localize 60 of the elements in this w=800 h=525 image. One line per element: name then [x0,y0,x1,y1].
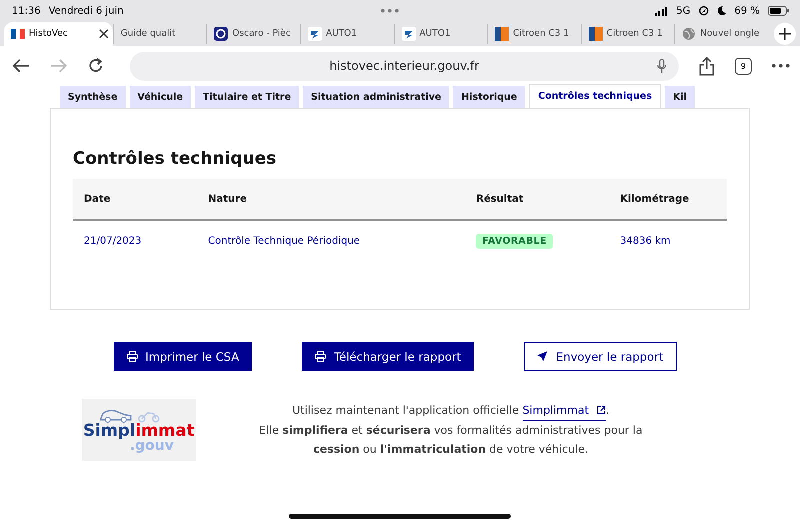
result-badge: FAVORABLE [476,234,553,248]
simplimmat-logo: Simplimmat .gouv [82,399,196,461]
arrow-logo-icon [402,27,416,41]
new-tab-button[interactable] [774,23,796,45]
reload-icon[interactable] [88,58,104,74]
page-tab[interactable]: Véhicule [130,86,192,108]
back-arrow-icon[interactable] [12,59,30,73]
square-logo-icon [588,27,603,41]
section-title: Contrôles techniques [73,149,278,169]
close-icon[interactable] [98,29,109,39]
page-tab[interactable]: Historique [453,86,526,108]
column-header: Date [73,179,198,220]
arrow-logo-icon [308,27,322,41]
browser-tab[interactable]: Citroen C3 1 [580,24,674,44]
printer-icon [126,351,138,362]
moon-icon [716,6,727,16]
browser-tab[interactable]: Nouvel ongle [674,24,768,44]
browser-tab[interactable]: AUTO1 [394,24,488,44]
printer-icon [315,351,326,362]
more-icon[interactable] [772,64,790,68]
date-cell: 21/07/2023 [73,220,198,261]
date-text: Vendredi 6 juin [48,6,124,16]
browser-tab[interactable]: Citroen C3 1 [487,24,581,44]
page-tab[interactable]: Synthèse [60,86,126,108]
plus-icon [778,28,791,40]
page-tab[interactable]: Situation administrative [303,86,450,108]
french-flag-icon [11,29,25,39]
tab-count[interactable]: 9 [735,58,752,74]
share-icon[interactable] [699,56,715,76]
external-link-icon [597,406,606,415]
page-tab[interactable]: Titulaire et Titre [195,86,300,108]
promo-paragraph: Utilisez maintenant l'application officielle Simplimmat . Elle simplifiera et sécurisera vos formalités administratives pour la cession ou l'immatriculation de votre véhicule. [236,401,666,459]
simplimmat-link[interactable]: Simplimmat [522,401,606,421]
square-logo-icon [495,27,510,41]
mileage-cell: 34836 km [609,220,727,261]
browser-tab[interactable]: Oscaro - Pièc [206,24,300,44]
paper-plane-icon [537,351,548,362]
nature-cell: Contrôle Technique Périodique [197,220,466,261]
battery-icon [768,6,790,16]
column-header: Nature [197,179,466,220]
clock-time: 11:36 [12,6,41,16]
circle-logo-icon [214,27,228,41]
page-tab[interactable]: Contrôles techniques [529,84,662,108]
column-header: Kilométrage [609,179,727,220]
location-icon [698,6,709,16]
microphone-icon [657,58,667,74]
more-dots-icon [380,9,399,13]
action-button[interactable]: Imprimer le CSA [114,342,252,371]
browser-tab[interactable]: AUTO1 [300,24,394,44]
column-header: Résultat [465,179,610,220]
action-button[interactable]: Télécharger le rapport [302,342,474,371]
browser-tab[interactable]: Guide qualit [112,24,206,44]
address-bar[interactable]: histovec.interieur.gouv.fr [130,52,679,80]
action-button[interactable]: Envoyer le rapport [524,342,676,371]
page-tab[interactable]: Kil [665,86,695,108]
signal-icon [655,6,668,16]
battery-percentage: 69 % [734,6,760,16]
browser-tab[interactable]: HistoVec [4,22,113,46]
globe-icon [682,27,696,41]
network-label: 5G [676,6,691,16]
